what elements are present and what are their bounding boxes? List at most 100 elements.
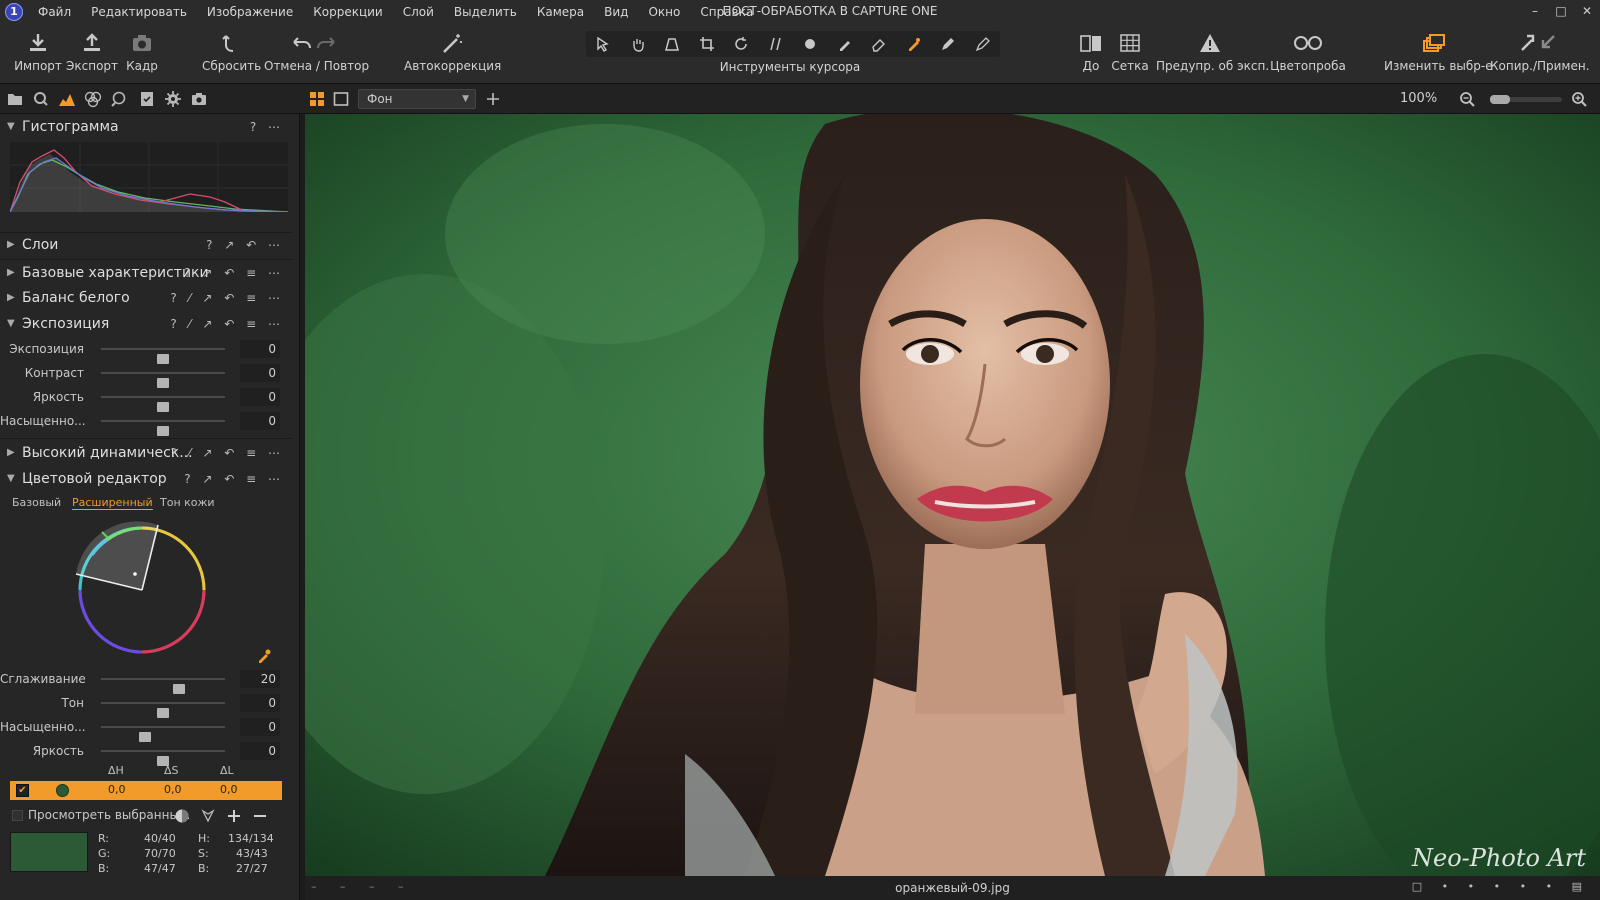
- menu-file[interactable]: Файл: [28, 0, 81, 24]
- pan-tool[interactable]: [625, 33, 651, 55]
- minimize-button[interactable]: –: [1522, 0, 1548, 24]
- color-proof-button[interactable]: Цветопроба: [1270, 28, 1346, 80]
- rotate-tool[interactable]: [728, 33, 754, 55]
- exposure-warning-button[interactable]: Предупр. об эксп.: [1156, 28, 1269, 80]
- menu-camera[interactable]: Камера: [527, 0, 594, 24]
- metadata-tab-icon[interactable]: [138, 90, 156, 108]
- eraser-tool[interactable]: [866, 33, 892, 55]
- menu-view[interactable]: Вид: [594, 0, 638, 24]
- menu-edit[interactable]: Редактировать: [81, 0, 197, 24]
- edit-selected-button[interactable]: Изменить выбр-е: [1384, 28, 1493, 80]
- frame-button[interactable]: Кадр: [124, 28, 160, 80]
- slider-value[interactable]: 0: [240, 412, 280, 430]
- tab-advanced[interactable]: Расширенный: [72, 496, 153, 510]
- menu-adjustments[interactable]: Коррекции: [303, 0, 393, 24]
- slider-value[interactable]: 0: [240, 694, 280, 712]
- export-button[interactable]: Экспорт: [66, 28, 118, 80]
- orange-picker-icon[interactable]: [256, 648, 272, 664]
- panel-actions-icons[interactable]: ? ↗ ↶ ≡ ⋯: [184, 260, 284, 286]
- exposure-slider[interactable]: [101, 348, 225, 364]
- white-balance-header[interactable]: ▶ Баланс белого ? ⁄ ↗ ↶ ≡ ⋯: [0, 285, 292, 311]
- slider-value[interactable]: 0: [240, 742, 280, 760]
- auto-adjust-button[interactable]: Автокоррекция: [404, 28, 501, 80]
- zoom-in-icon[interactable]: [1570, 90, 1588, 108]
- add-color-icon[interactable]: [226, 808, 242, 824]
- base-characteristics-header[interactable]: ▶ Базовые характеристики ? ↗ ↶ ≡ ⋯: [0, 260, 292, 286]
- library-tab-icon[interactable]: [6, 90, 24, 108]
- tab-basic[interactable]: Базовый: [12, 496, 61, 509]
- annotation-tool[interactable]: [970, 33, 996, 55]
- slider-value[interactable]: 0: [240, 718, 280, 736]
- panel-actions-icons[interactable]: ? ⁄ ↗ ↶ ≡ ⋯: [170, 285, 284, 311]
- slider-value[interactable]: 20: [240, 670, 280, 688]
- enable-checkbox[interactable]: ✔: [16, 784, 29, 797]
- details-tab-icon[interactable]: [110, 90, 128, 108]
- capture-tab-icon[interactable]: [32, 90, 50, 108]
- color-saturation-slider[interactable]: [101, 726, 225, 742]
- saturation-slider[interactable]: [101, 420, 225, 436]
- color-brightness-slider[interactable]: [101, 750, 225, 766]
- straighten-tool[interactable]: [763, 33, 789, 55]
- tab-skin-tone[interactable]: Тон кожи: [160, 496, 215, 509]
- bottom-right-icons[interactable]: □ • • • • • ▤: [1412, 880, 1590, 893]
- exposure-header[interactable]: ▼ Экспозиция ? ⁄ ↗ ↶ ≡ ⋯: [0, 311, 292, 337]
- brightness-slider[interactable]: [101, 396, 225, 412]
- copy-apply-button[interactable]: Копир./Примен.: [1490, 28, 1590, 80]
- zoom-out-icon[interactable]: [1458, 90, 1476, 108]
- slider-handle[interactable]: [157, 426, 169, 436]
- brush-tool[interactable]: [832, 33, 858, 55]
- color-editor-header[interactable]: ▼ Цветовой редактор ? ↗ ↶ ≡ ⋯: [0, 466, 292, 492]
- grid-button[interactable]: Сетка: [1110, 28, 1150, 80]
- zoom-slider[interactable]: [1490, 95, 1562, 104]
- slider-value[interactable]: 0: [240, 364, 280, 382]
- color-tab-icon[interactable]: [84, 90, 102, 108]
- single-view-icon[interactable]: [332, 90, 350, 108]
- zoom-level[interactable]: 100%: [1400, 91, 1437, 106]
- import-button[interactable]: Импорт: [14, 28, 62, 80]
- menu-select[interactable]: Выделить: [444, 0, 527, 24]
- panel-actions-icons[interactable]: ? ⁄ ↗ ↶ ≡ ⋯: [170, 311, 284, 337]
- slider-value[interactable]: 0: [240, 388, 280, 406]
- gradient-tool[interactable]: [935, 33, 961, 55]
- maximize-button[interactable]: □: [1548, 0, 1574, 24]
- panel-actions-icons[interactable]: ? ⋯: [250, 114, 284, 140]
- panel-actions-icons[interactable]: ? ⁄ ↗ ↶ ≡ ⋯: [170, 440, 284, 466]
- zoom-slider-handle[interactable]: [1490, 95, 1510, 104]
- reset-button[interactable]: Сбросить: [202, 28, 261, 80]
- panel-actions-icons[interactable]: ? ↗ ↶ ⋯: [206, 232, 284, 258]
- select-cursor-tool[interactable]: [590, 33, 616, 55]
- create-mask-icon[interactable]: [200, 808, 216, 824]
- panel-actions-icons[interactable]: ? ↗ ↶ ≡ ⋯: [184, 466, 284, 492]
- hue-slider[interactable]: [101, 702, 225, 718]
- settings-tab-icon[interactable]: [164, 90, 182, 108]
- smoothing-slider[interactable]: [101, 678, 225, 694]
- layers-header[interactable]: ▶ Слои ? ↗ ↶ ⋯: [0, 232, 292, 258]
- color-wheel[interactable]: [72, 520, 212, 660]
- menu-image[interactable]: Изображение: [197, 0, 303, 24]
- keystone-tool[interactable]: [659, 33, 685, 55]
- histogram-header[interactable]: ▼ Гистограмма ? ⋯: [0, 114, 292, 140]
- output-tab-icon[interactable]: [190, 90, 208, 108]
- mask-toggle-icon[interactable]: [174, 808, 190, 824]
- menu-window[interactable]: Окно: [638, 0, 690, 24]
- capture-one-logo-icon[interactable]: 1: [5, 3, 23, 21]
- layer-view-dropdown[interactable]: Фон ▼: [358, 89, 476, 109]
- crop-tool[interactable]: [694, 33, 720, 55]
- view-selected-checkbox[interactable]: [12, 810, 23, 821]
- slider-value[interactable]: 0: [240, 340, 280, 358]
- close-button[interactable]: ✕: [1574, 0, 1600, 24]
- grid-view-icon[interactable]: [308, 90, 326, 108]
- menu-layer[interactable]: Слой: [393, 0, 444, 24]
- spot-removal-tool[interactable]: [797, 33, 823, 55]
- color-range-row[interactable]: ✔ 0,0 0,0 0,0: [10, 781, 282, 800]
- add-icon[interactable]: [484, 90, 502, 108]
- exposure-tab-icon[interactable]: [58, 90, 76, 108]
- undo-redo-button[interactable]: Отмена / Повтор: [264, 28, 369, 80]
- image-viewer[interactable]: Neo-Photo Art: [305, 114, 1600, 876]
- remove-color-icon[interactable]: [252, 808, 268, 824]
- hdr-header[interactable]: ▶ Высокий динамическ... ? ⁄ ↗ ↶ ≡ ⋯: [0, 440, 292, 466]
- import-label: Импорт: [14, 59, 62, 73]
- before-button[interactable]: До: [1076, 28, 1106, 80]
- contrast-slider[interactable]: [101, 372, 225, 388]
- color-picker-tool[interactable]: [901, 33, 927, 55]
